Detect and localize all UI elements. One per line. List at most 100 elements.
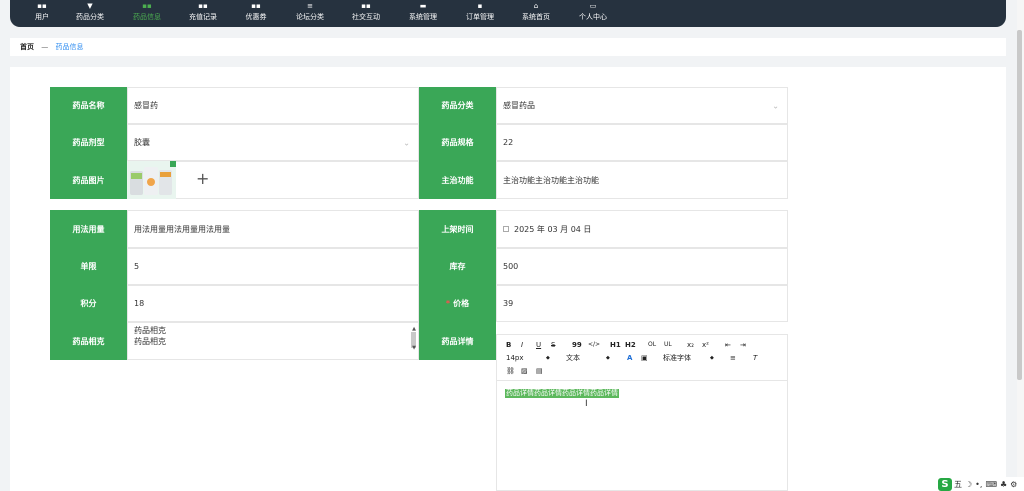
nav-item-label: 论坛分类 [296,13,324,21]
indication-field[interactable]: 主治功能主治功能主治功能 [496,161,788,199]
dosage-form-value: 胶囊 [134,138,150,147]
price-label-text: 价格 [453,299,470,308]
spec-field[interactable]: 22 [496,124,788,161]
rich-text-editor[interactable]: B I U S 99 </> H1 H2 OL UL x₂ x² ⇤ ⇥ 14p… [496,334,788,491]
nav-item-label: 系统首页 [522,13,550,21]
calendar-icon [503,226,509,232]
grid-icon: ▪▪ [142,2,152,10]
contraindication-textarea[interactable]: 药品相克 药品相克 ▲ ▼ [127,322,419,360]
nav-item-label: 优惠券 [245,13,267,21]
ime-toolbar[interactable]: S 五 ☽ •, ⌨ ♣ ⚙ [938,477,1024,491]
underline-button[interactable]: U [536,340,541,350]
chevron-updown-icon: ◆ [710,355,714,361]
breadcrumb-home[interactable]: 首页 [20,43,34,51]
details-label: 药品详情 [419,322,496,360]
text-style-select[interactable]: 文本 [566,353,580,363]
product-image[interactable] [127,161,176,199]
stock-value: 500 [503,262,519,271]
bold-button[interactable]: B [506,340,511,350]
limit-value: 5 [134,262,140,271]
price-label: * 价格 [419,285,496,322]
page-scrollbar[interactable] [1017,0,1024,491]
usage-field[interactable]: 用法用量用法用量用法用量 [127,210,419,248]
punctuation-icon[interactable]: •, [975,480,982,489]
top-navigation: ▪▪ 用户 ▼ 药品分类 ▪▪ 药品信息 ▪▪ 充值记录 ▪▪ 优惠券 ≡ 论坛… [10,0,1006,27]
strike-button[interactable]: S [551,340,555,350]
nav-item-drug-info[interactable]: ▪▪ 药品信息 [121,1,173,22]
align-icon[interactable]: ≡ [730,353,736,363]
nav-item-users[interactable]: ▪▪ 用户 [16,1,68,22]
grid-icon: ▪▪ [37,2,47,10]
category-value: 感冒药品 [503,101,535,110]
spec-label: 药品规格 [419,124,496,161]
chevron-updown-icon: ◆ [546,355,550,361]
video-icon[interactable]: ▤ [536,366,543,376]
stock-field[interactable]: 500 [496,248,788,285]
contraindication-label: 药品相克 [50,322,127,360]
font-size-select[interactable]: 14px [506,353,524,363]
nav-item-profile[interactable]: ▭ 个人中心 [567,1,619,22]
price-field[interactable]: 39 [496,285,788,322]
nav-item-forum-category[interactable]: ≡ 论坛分类 [284,1,336,22]
nav-item-orders[interactable]: ▪ 订单管理 [454,1,506,22]
link-icon[interactable]: ⛓ [506,366,515,376]
font-color-icon[interactable]: A [627,353,632,363]
keyboard-icon[interactable]: ⌨ [985,480,997,489]
scroll-down-icon[interactable]: ▼ [412,343,416,354]
nav-item-system-mgmt[interactable]: ▬ 系统管理 [397,1,449,22]
editor-toolbar: B I U S 99 </> H1 H2 OL UL x₂ x² ⇤ ⇥ 14p… [497,335,787,381]
h2-button[interactable]: H2 [625,340,636,350]
skin-icon[interactable]: ♣ [1000,480,1007,489]
ime-mode[interactable]: 五 [954,479,962,490]
code-button[interactable]: </> [588,340,600,350]
page-scrollbar-thumb[interactable] [1017,30,1022,380]
nav-item-home[interactable]: ⌂ 系统首页 [510,1,562,22]
dosage-form-select[interactable]: 胶囊 ⌄ [127,124,419,161]
settings-icon[interactable]: ⚙ [1010,480,1017,489]
drug-name-value: 感冒药 [134,101,158,110]
nav-item-label: 用户 [35,13,49,21]
nav-item-recharge[interactable]: ▪▪ 充值记录 [177,1,229,22]
breadcrumb-separator: — [41,43,49,51]
h1-button[interactable]: H1 [610,340,621,350]
subscript-button[interactable]: x₂ [687,340,694,350]
drug-name-label: 药品名称 [50,87,127,124]
drug-name-field[interactable]: 感冒药 [127,87,419,124]
italic-button[interactable]: I [521,340,523,350]
plus-icon[interactable]: + [196,170,209,188]
pill-icon: ▼ [87,2,93,10]
indent-button[interactable]: ⇥ [740,340,746,350]
superscript-button[interactable]: x² [702,340,709,350]
shelf-time-picker[interactable]: 2025 年 03 月 04 日 [496,210,788,248]
points-field[interactable]: 18 [127,285,419,322]
home-icon: ⌂ [533,2,539,10]
breadcrumb: 首页 — 药品信息 [10,38,1006,56]
grid-icon: ▪▪ [198,2,208,10]
limit-field[interactable]: 5 [127,248,419,285]
category-label: 药品分类 [419,87,496,124]
nav-item-drug-category[interactable]: ▼ 药品分类 [64,1,116,22]
ordered-list-button[interactable]: OL [648,340,656,350]
background-color-icon[interactable]: ▣ [641,353,648,363]
shelf-time-label: 上架时间 [419,210,496,248]
moon-icon[interactable]: ☽ [965,480,972,489]
ime-logo-icon[interactable]: S [938,477,952,491]
outdent-button[interactable]: ⇤ [725,340,731,350]
grid-icon: ▪▪ [361,2,371,10]
spec-value: 22 [503,138,514,147]
category-select[interactable]: 感冒药品 ⌄ [496,87,788,124]
usage-value: 用法用量用法用量用法用量 [134,224,230,234]
font-family-select[interactable]: 标准字体 [663,353,691,363]
nav-item-coupons[interactable]: ▪▪ 优惠券 [230,1,282,22]
stock-label: 库存 [419,248,496,285]
image-icon[interactable]: ▨ [521,366,528,376]
clear-format-icon[interactable]: T [753,353,757,363]
text-cursor-icon: I [585,399,588,409]
textarea-line: 药品相克 [134,326,166,335]
nav-item-social[interactable]: ▪▪ 社交互动 [340,1,392,22]
calendar-icon: ▭ [589,2,597,10]
bullet-list-button[interactable]: UL [664,340,672,350]
blockquote-button[interactable]: 99 [572,340,582,350]
editor-content[interactable]: 药品详情药品详情药品详情药品详情 [505,389,619,398]
breadcrumb-current: 药品信息 [55,43,84,51]
